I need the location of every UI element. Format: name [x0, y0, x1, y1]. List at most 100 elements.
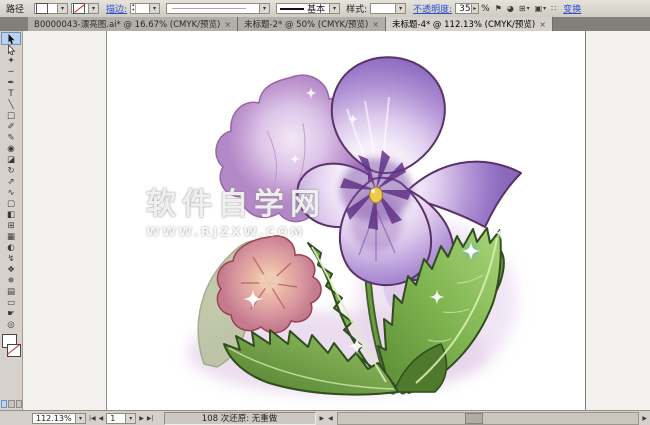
- eyedropper-icon: ↯: [7, 254, 14, 264]
- magic-wand-tool[interactable]: ✦: [2, 55, 20, 66]
- document-canvas[interactable]: 软件自学网 WWW.RJZXW.COM: [22, 31, 650, 410]
- pen-tool[interactable]: ✒: [2, 77, 20, 88]
- close-icon[interactable]: ×: [224, 20, 231, 29]
- tab-document-2[interactable]: 未标题-2* @ 50% (CMYK/预览) ×: [238, 17, 386, 31]
- stroke-none-swatch[interactable]: [73, 3, 85, 14]
- pencil-icon: ✎: [7, 133, 14, 143]
- mesh-tool[interactable]: ▦: [2, 231, 20, 242]
- column-graph-tool[interactable]: ▤: [2, 286, 20, 297]
- width-profile-preview: [172, 8, 246, 9]
- control-bar: 路径 ▾ ▾ 描边: ▴▾ ▾ ▾ 基本 ▾ 样式:: [0, 0, 650, 18]
- zoom-level-combo[interactable]: 112.13% ▾: [32, 413, 86, 424]
- pencil-tool[interactable]: ✎: [2, 132, 20, 143]
- draw-behind-mode-button[interactable]: [8, 400, 14, 408]
- scroll-right-button[interactable]: ▶: [642, 415, 647, 422]
- gradient-tool[interactable]: ◐: [2, 242, 20, 253]
- zoom-tool[interactable]: ◎: [2, 319, 20, 330]
- previous-artboard-button[interactable]: ◀: [99, 415, 104, 422]
- artboard-tool[interactable]: ▭: [2, 297, 20, 308]
- draw-normal-mode-button[interactable]: [1, 400, 7, 408]
- isolate-mode-icon[interactable]: ▣: [535, 4, 543, 13]
- artboard-number[interactable]: 1: [107, 414, 125, 423]
- close-icon[interactable]: ×: [539, 20, 546, 29]
- flower-heart: [370, 187, 383, 203]
- perspective-grid-tool[interactable]: ⊞: [2, 220, 20, 231]
- horizontal-scrollbar-thumb[interactable]: [465, 413, 483, 424]
- hand-tool[interactable]: ☛: [2, 308, 20, 319]
- flower-artwork: [107, 31, 585, 410]
- shape-builder-tool[interactable]: ◧: [2, 209, 20, 220]
- stepper-icon[interactable]: ▴▾: [131, 4, 136, 13]
- line-segment-tool[interactable]: ╲: [2, 99, 20, 110]
- chevron-down-icon[interactable]: ▾: [395, 4, 405, 13]
- blob-brush-icon: ◉: [7, 144, 14, 154]
- artboard-icon: ▭: [7, 298, 15, 308]
- draw-inside-mode-button[interactable]: [16, 400, 22, 408]
- constrain-icon[interactable]: ∷: [551, 4, 556, 13]
- magic-wand-icon: ✦: [7, 56, 14, 66]
- tab-title: 未标题-2* @ 50% (CMYK/预览): [244, 18, 368, 30]
- chevron-down-icon[interactable]: ▾: [527, 5, 530, 12]
- blob-brush-tool[interactable]: ◉: [2, 143, 20, 154]
- chevron-down-icon[interactable]: ▾: [57, 4, 67, 13]
- chevron-down-icon[interactable]: ▾: [149, 4, 159, 13]
- tab-document-1[interactable]: B0000043-漂亮图.ai* @ 16.67% (CMYK/预览) ×: [28, 17, 238, 31]
- rectangle-tool[interactable]: □: [2, 110, 20, 121]
- first-artboard-button[interactable]: |◀: [89, 415, 96, 422]
- opacity-panel-link[interactable]: 不透明度:: [413, 2, 452, 15]
- fill-color-combo[interactable]: ▾: [34, 3, 68, 14]
- next-artboard-button[interactable]: ▶: [139, 415, 144, 422]
- tab-document-3-active[interactable]: 未标题-4* @ 112.13% (CMYK/预览) ×: [386, 17, 553, 31]
- eyedropper-tool[interactable]: ↯: [2, 253, 20, 264]
- selection-tool[interactable]: [2, 33, 20, 44]
- stroke-proxy[interactable]: [7, 344, 21, 357]
- last-artboard-button[interactable]: ▶|: [147, 415, 154, 422]
- lasso-tool[interactable]: ∽: [2, 66, 20, 77]
- chevron-down-icon[interactable]: ▾: [259, 4, 269, 13]
- width-tool[interactable]: ∿: [2, 187, 20, 198]
- opacity-value[interactable]: 35: [456, 4, 470, 14]
- eraser-tool[interactable]: ◪: [2, 154, 20, 165]
- chevron-down-icon[interactable]: ▾: [88, 4, 98, 13]
- chevron-down-icon[interactable]: ▾: [75, 414, 85, 423]
- shape-builder-icon: ◧: [7, 210, 15, 220]
- artboard-navigation-combo[interactable]: 1 ▾: [106, 413, 136, 424]
- rectangle-icon: □: [7, 111, 15, 121]
- close-icon[interactable]: ×: [372, 20, 379, 29]
- stroke-color-combo[interactable]: ▾: [71, 3, 99, 14]
- width-profile-combo[interactable]: ▾: [166, 3, 270, 14]
- illustrator-window: 路径 ▾ ▾ 描边: ▴▾ ▾ ▾ 基本 ▾ 样式:: [0, 0, 650, 425]
- paintbrush-icon: ✐: [7, 122, 14, 132]
- type-tool[interactable]: T: [2, 88, 20, 99]
- artboard[interactable]: [106, 31, 586, 410]
- stroke-weight-combo[interactable]: ▴▾ ▾: [130, 3, 160, 14]
- chevron-right-icon[interactable]: ▸: [471, 4, 479, 13]
- blend-tool[interactable]: ❖: [2, 264, 20, 275]
- direct-selection-tool[interactable]: [2, 44, 20, 55]
- transform-panel-link[interactable]: 变换: [563, 2, 581, 15]
- recolor-artwork-icon[interactable]: ◕: [507, 4, 514, 13]
- style-combo[interactable]: ▾: [370, 3, 406, 14]
- horizontal-scrollbar[interactable]: [337, 412, 640, 425]
- chevron-down-icon[interactable]: ▾: [125, 414, 135, 423]
- eraser-icon: ◪: [7, 155, 15, 165]
- scroll-left-button[interactable]: ◀: [328, 415, 333, 422]
- fill-swatch[interactable]: [36, 3, 48, 14]
- flag-icon[interactable]: ⚑: [495, 4, 502, 13]
- chevron-down-icon[interactable]: ▾: [543, 5, 546, 12]
- chevron-down-icon[interactable]: ▾: [329, 4, 339, 13]
- lasso-icon: ∽: [7, 67, 14, 77]
- undo-status-display: 108 次还原: 无重做: [164, 412, 316, 425]
- tools-panel: ✦ ∽ ✒ T ╲ □ ✐ ✎ ◉ ◪ ↻ ⇗ ∿ ▢ ◧ ⊞ ▦ ◐ ↯ ❖ …: [0, 31, 23, 410]
- free-transform-tool[interactable]: ▢: [2, 198, 20, 209]
- scale-tool[interactable]: ⇗: [2, 176, 20, 187]
- opacity-combo[interactable]: 35 ▸: [455, 3, 479, 14]
- stroke-panel-link[interactable]: 描边:: [106, 2, 127, 15]
- zoom-level-value[interactable]: 112.13%: [33, 414, 75, 423]
- align-grid-icon[interactable]: ⊞: [519, 4, 526, 13]
- symbol-sprayer-tool[interactable]: ✵: [2, 275, 20, 286]
- paintbrush-tool[interactable]: ✐: [2, 121, 20, 132]
- brush-definition-combo[interactable]: 基本 ▾: [276, 3, 340, 14]
- status-expand-icon[interactable]: ▶: [320, 415, 325, 422]
- rotate-tool[interactable]: ↻: [2, 165, 20, 176]
